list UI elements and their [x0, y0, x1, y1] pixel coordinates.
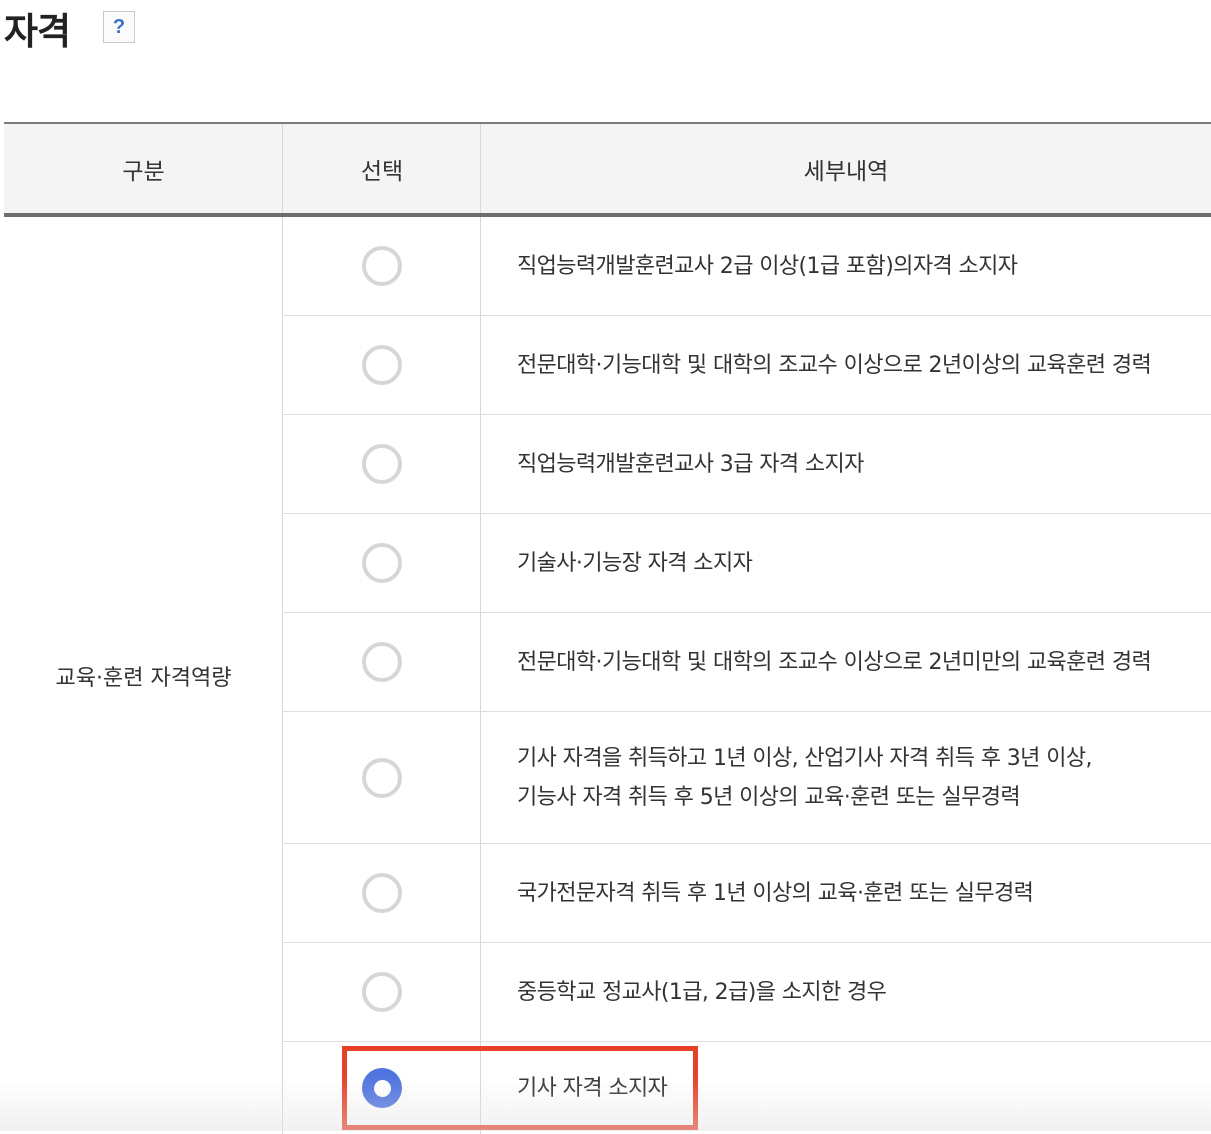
- detail-text: 기술사·기능장 자격 소지자: [517, 544, 753, 583]
- radio-cell: [283, 217, 481, 315]
- detail-line: 직업능력개발훈련교사 2급 이상(1급 포함)의자격 소지자: [517, 253, 1018, 279]
- detail-cell: 전문대학·기능대학 및 대학의 조교수 이상으로 2년이상의 교육훈련 경력: [517, 316, 1211, 414]
- table-body: 교육·훈련 자격역량 직업능력개발훈련교사 2급 이상(1급 포함)의자격 소지…: [4, 217, 1211, 1134]
- table-row[interactable]: 직업능력개발훈련교사 2급 이상(1급 포함)의자격 소지자: [283, 217, 1211, 316]
- radio-button[interactable]: [362, 873, 402, 913]
- radio-cell: [283, 1042, 481, 1134]
- table-header: 구분 선택 세부내역: [4, 122, 1211, 217]
- radio-button[interactable]: [362, 972, 402, 1012]
- detail-cell: 국가전문자격 취득 후 1년 이상의 교육·훈련 또는 실무경력: [517, 844, 1211, 942]
- table-row[interactable]: 전문대학·기능대학 및 대학의 조교수 이상으로 2년이상의 교육훈련 경력: [283, 316, 1211, 415]
- table-row[interactable]: 기사 자격을 취득하고 1년 이상, 산업기사 자격 취득 후 3년 이상, 기능…: [283, 712, 1211, 844]
- radio-cell: [283, 415, 481, 513]
- table-row[interactable]: 기사 자격 소지자: [283, 1042, 1211, 1134]
- detail-line: 국가전문자격 취득 후 1년 이상의 교육·훈련 또는 실무경력: [517, 880, 1034, 906]
- detail-cell: 직업능력개발훈련교사 2급 이상(1급 포함)의자격 소지자: [517, 217, 1211, 315]
- detail-cell: 기술사·기능장 자격 소지자: [517, 514, 1211, 612]
- detail-line: 중등학교 정교사(1급, 2급)을 소지한 경우: [517, 979, 887, 1005]
- header-divider: [282, 124, 283, 213]
- detail-line: 기능사 자격 취득 후 5년 이상의 교육·훈련 또는 실무경력: [517, 784, 1021, 810]
- detail-text: 전문대학·기능대학 및 대학의 조교수 이상으로 2년미만의 교육훈련 경력: [517, 643, 1152, 682]
- radio-button[interactable]: [362, 642, 402, 682]
- detail-cell: 직업능력개발훈련교사 3급 자격 소지자: [517, 415, 1211, 513]
- radio-button[interactable]: [362, 757, 402, 798]
- title-row: 자격: [4, 0, 71, 56]
- detail-text: 직업능력개발훈련교사 2급 이상(1급 포함)의자격 소지자: [517, 247, 1018, 286]
- radio-cell: [283, 514, 481, 612]
- detail-text: 전문대학·기능대학 및 대학의 조교수 이상으로 2년이상의 교육훈련 경력: [517, 346, 1152, 385]
- radio-cell: [283, 316, 481, 414]
- detail-text: 기사 자격을 취득하고 1년 이상, 산업기사 자격 취득 후 3년 이상, 기능…: [517, 739, 1092, 817]
- detail-text: 국가전문자격 취득 후 1년 이상의 교육·훈련 또는 실무경력: [517, 874, 1034, 913]
- detail-text: 중등학교 정교사(1급, 2급)을 소지한 경우: [517, 973, 887, 1012]
- detail-cell: 기사 자격 소지자: [517, 1042, 1211, 1134]
- table-row[interactable]: 직업능력개발훈련교사 3급 자격 소지자: [283, 415, 1211, 514]
- help-button[interactable]: ?: [103, 11, 135, 43]
- page-title: 자격: [4, 10, 71, 53]
- table-row[interactable]: 국가전문자격 취득 후 1년 이상의 교육·훈련 또는 실무경력: [283, 844, 1211, 943]
- radio-cell: [283, 844, 481, 942]
- detail-line: 기술사·기능장 자격 소지자: [517, 550, 753, 576]
- header-category: 구분: [122, 158, 165, 185]
- detail-line: 기사 자격을 취득하고 1년 이상, 산업기사 자격 취득 후 3년 이상,: [517, 745, 1092, 771]
- help-icon: ?: [112, 15, 126, 38]
- table-row[interactable]: 기술사·기능장 자격 소지자: [283, 514, 1211, 613]
- radio-button-selected[interactable]: [362, 1068, 402, 1108]
- radio-cell: [283, 943, 481, 1041]
- detail-line: 기사 자격 소지자: [517, 1075, 668, 1101]
- table-row[interactable]: 전문대학·기능대학 및 대학의 조교수 이상으로 2년미만의 교육훈련 경력: [283, 613, 1211, 712]
- detail-cell: 기사 자격을 취득하고 1년 이상, 산업기사 자격 취득 후 3년 이상, 기능…: [517, 712, 1211, 843]
- header-detail: 세부내역: [803, 158, 889, 185]
- header-divider: [480, 124, 481, 213]
- radio-button[interactable]: [362, 543, 402, 583]
- radio-button[interactable]: [362, 246, 402, 286]
- detail-line: 직업능력개발훈련교사 3급 자격 소지자: [517, 451, 864, 477]
- radio-button[interactable]: [362, 444, 402, 484]
- detail-cell: 중등학교 정교사(1급, 2급)을 소지한 경우: [517, 943, 1211, 1041]
- category-cell: 교육·훈련 자격역량: [55, 665, 232, 691]
- detail-line: 전문대학·기능대학 및 대학의 조교수 이상으로 2년이상의 교육훈련 경력: [517, 352, 1152, 378]
- detail-line: 전문대학·기능대학 및 대학의 조교수 이상으로 2년미만의 교육훈련 경력: [517, 649, 1152, 675]
- radio-cell: [283, 613, 481, 711]
- detail-text: 직업능력개발훈련교사 3급 자격 소지자: [517, 445, 864, 484]
- detail-text: 기사 자격 소지자: [517, 1069, 668, 1108]
- qualification-table: 구분 선택 세부내역 교육·훈련 자격역량 직업능력개발훈련교사 2급 이상(1…: [4, 122, 1211, 1134]
- radio-button[interactable]: [362, 345, 402, 385]
- table-row[interactable]: 중등학교 정교사(1급, 2급)을 소지한 경우: [283, 943, 1211, 1042]
- radio-cell: [283, 712, 481, 843]
- header-select: 선택: [360, 158, 404, 185]
- detail-cell: 전문대학·기능대학 및 대학의 조교수 이상으로 2년미만의 교육훈련 경력: [517, 613, 1211, 711]
